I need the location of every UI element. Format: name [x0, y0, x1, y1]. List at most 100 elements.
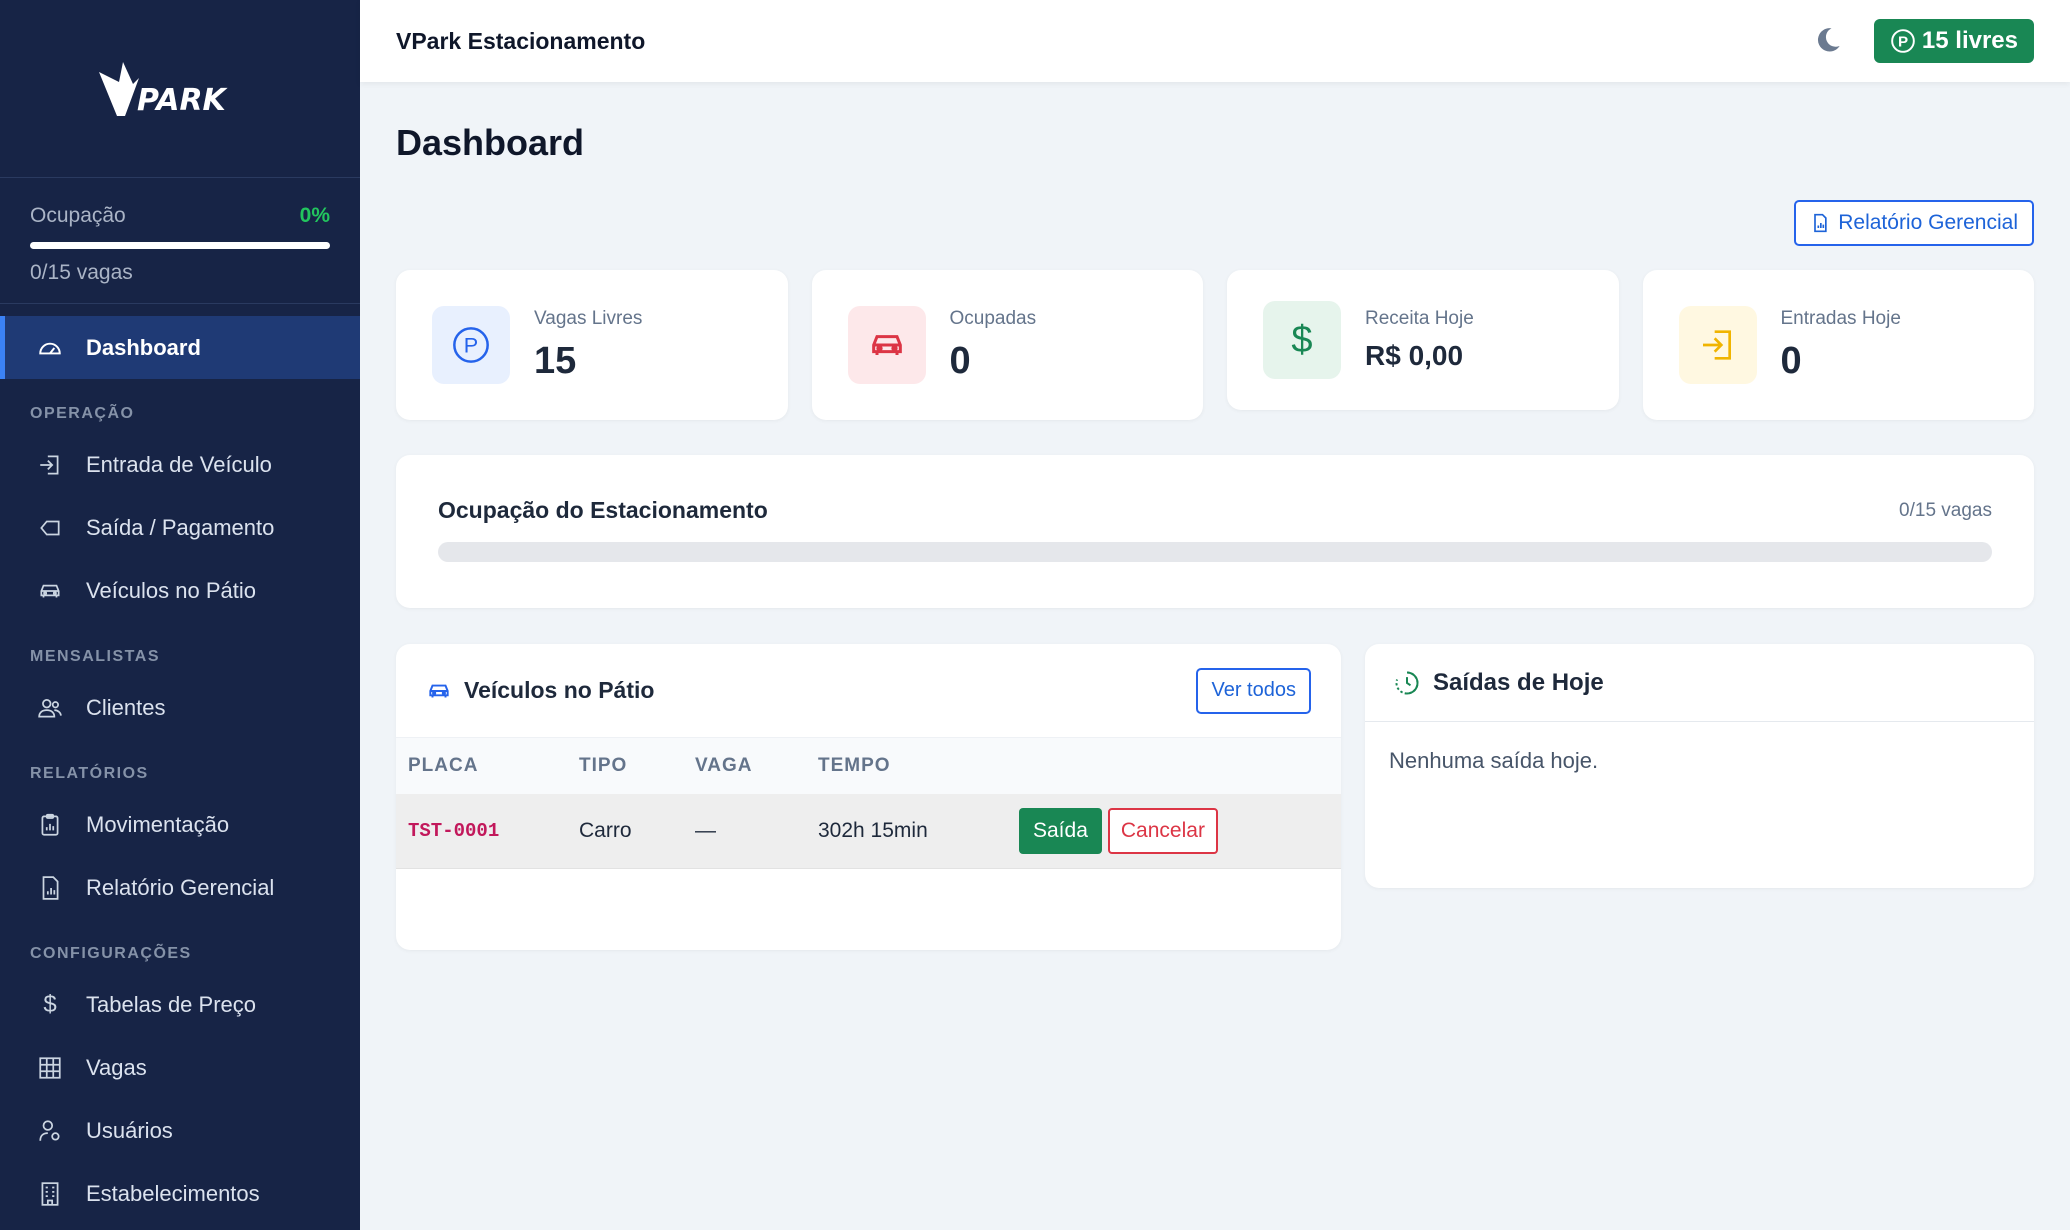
sidebar-item-clientes[interactable]: Clientes [0, 676, 360, 739]
sidebar-item-dashboard[interactable]: Dashboard [0, 316, 360, 379]
card-value: R$ 0,00 [1365, 340, 1464, 371]
type-cell: Carro [567, 794, 683, 869]
occupancy-label: Ocupação [30, 204, 126, 227]
report-button[interactable]: Relatório Gerencial [1794, 200, 2034, 246]
section-title-relatorios: RELATÓRIOS [30, 765, 149, 782]
vehicles-table: PLACA TIPO VAGA TEMPO TST-0001 Carro — 3… [396, 738, 1341, 869]
column-header-actions [1007, 738, 1341, 794]
clock-history-icon [1395, 671, 1419, 694]
occupancy-panel: Ocupação do Estacionamento 0/15 vagas [396, 455, 2034, 608]
moon-icon[interactable] [1814, 26, 1844, 56]
card-label: Ocupadas [949, 307, 1037, 329]
main-content: Dashboard Relatório Gerencial P Vagas Li… [396, 82, 2034, 950]
vehicles-panel: Veículos no Pátio Ver todos PLACA TIPO V… [396, 644, 1341, 950]
sidebar-nav: Dashboard OPERAÇÃO Entrada de Veículo Sa… [0, 304, 360, 1225]
sidebar-item-estabelecimentos[interactable]: Estabelecimentos [0, 1162, 360, 1225]
app-title: VPark Estacionamento [396, 27, 646, 54]
time-cell: 302h 15min [806, 794, 1007, 869]
sidebar-item-label: Vagas [86, 1054, 147, 1080]
column-header: VAGA [683, 738, 806, 794]
card-vagas-livres: P Vagas Livres 15 [396, 270, 788, 420]
card-entradas-hoje: Entradas Hoje 0 [1642, 270, 2034, 420]
file-chart-icon [1814, 213, 1827, 233]
card-ocupadas: Ocupadas 0 [811, 270, 1203, 420]
sidebar-item-saida[interactable]: Saída / Pagamento [0, 496, 360, 559]
sidebar-item-label: Saída / Pagamento [86, 514, 275, 540]
occupancy-percent: 0% [299, 204, 330, 227]
sidebar-item-entrada[interactable]: Entrada de Veículo [0, 433, 360, 496]
view-all-button[interactable]: Ver todos [1196, 667, 1311, 714]
section-title-configuracoes: CONFIGURAÇÕES [30, 945, 192, 962]
occupancy-vagas: 0/15 vagas [30, 261, 133, 284]
user-gear-icon [36, 1117, 64, 1145]
section-title-mensalistas: MENSALISTAS [30, 648, 160, 665]
sidebar-item-label: Relatório Gerencial [86, 874, 275, 900]
sidebar-item-label: Estabelecimentos [86, 1180, 260, 1206]
plate-cell: TST-0001 [396, 794, 567, 869]
sidebar-item-label: Dashboard [86, 334, 201, 360]
svg-text:PARK: PARK [137, 83, 229, 118]
card-receita-hoje: $ Receita Hoje R$ 0,00 [1227, 270, 1619, 410]
parking-icon: P [1891, 29, 1915, 53]
card-value: 15 [534, 339, 577, 382]
sidebar-item-veiculos[interactable]: Veículos no Pátio [0, 559, 360, 622]
exits-panel: Saídas de Hoje Nenhuma saída hoje. [1365, 644, 2034, 888]
car-icon [429, 684, 449, 697]
sidebar-occupancy: Ocupação 0% 0/15 vagas [0, 178, 360, 304]
sidebar-item-label: Veículos no Pátio [86, 577, 257, 603]
sidebar-item-label: Usuários [86, 1117, 173, 1143]
login-icon [1678, 306, 1757, 384]
cancel-button[interactable]: Cancelar [1107, 807, 1218, 854]
actions-cell: Saída Cancelar [1007, 794, 1341, 869]
car-icon [36, 577, 64, 605]
card-label: Receita Hoje [1365, 308, 1474, 329]
file-chart-icon [36, 874, 64, 902]
spot-cell: — [683, 794, 806, 869]
sidebar-item-label: Movimentação [86, 811, 230, 837]
column-header: TIPO [567, 738, 683, 794]
occupancy-progress-bar [30, 242, 330, 249]
dollar-icon: $ [1263, 301, 1341, 379]
exits-empty-message: Nenhuma saída hoje. [1389, 748, 1599, 773]
free-spots-badge: P 15 livres [1873, 19, 2034, 63]
stat-cards: P Vagas Livres 15 Ocupadas 0 $ Receita H… [396, 270, 2034, 420]
section-title-operacao: OPERAÇÃO [30, 405, 135, 422]
vpark-logo-icon: PARK [99, 61, 229, 118]
svg-text:P: P [464, 333, 478, 358]
sidebar-item-usuarios[interactable]: Usuários [0, 1099, 360, 1162]
sidebar-item-label: Tabelas de Preço [86, 991, 256, 1017]
sidebar-item-label: Entrada de Veículo [86, 451, 272, 477]
sidebar-item-movimentacao[interactable]: Movimentação [0, 793, 360, 856]
clipboard-chart-icon [36, 811, 64, 839]
car-front-icon [847, 306, 926, 384]
card-label: Entradas Hoje [1780, 307, 1901, 329]
brand-logo[interactable]: PARK [0, 0, 360, 178]
report-button-label: Relatório Gerencial [1838, 211, 2018, 234]
column-header: PLACA [396, 738, 567, 794]
sidebar-item-relatorio-gerencial[interactable]: Relatório Gerencial [0, 856, 360, 919]
column-header: TEMPO [806, 738, 1007, 794]
logout-icon [36, 514, 64, 542]
vehicles-panel-title: Veículos no Pátio [464, 677, 655, 703]
occupancy-panel-title: Ocupação do Estacionamento [438, 497, 768, 523]
people-icon [36, 694, 64, 722]
sidebar-item-tabelas-preco[interactable]: $ Tabelas de Preço [0, 973, 360, 1036]
topbar: VPark Estacionamento P 15 livres [360, 0, 2070, 82]
free-spots-text: 15 livres [1921, 27, 2018, 54]
dollar-icon: $ [43, 990, 57, 1018]
card-value: 0 [1780, 339, 1802, 382]
login-icon [36, 451, 64, 479]
card-value: 0 [949, 339, 971, 382]
sidebar-item-vagas[interactable]: Vagas [0, 1036, 360, 1099]
occupancy-panel-vagas: 0/15 vagas [1899, 499, 1992, 521]
exit-button[interactable]: Saída [1019, 807, 1102, 854]
grid-icon [36, 1054, 64, 1082]
table-row: TST-0001 Carro — 302h 15min Saída Cancela… [396, 794, 1341, 869]
svg-text:P: P [1898, 33, 1908, 50]
sidebar: PARK Ocupação 0% 0/15 vagas Dashboard OP… [0, 0, 360, 1230]
page-title: Dashboard [396, 122, 585, 163]
exits-panel-title: Saídas de Hoje [1433, 668, 1604, 696]
gauge-icon [36, 334, 64, 362]
sidebar-item-label: Clientes [86, 694, 166, 720]
card-label: Vagas Livres [534, 307, 643, 329]
